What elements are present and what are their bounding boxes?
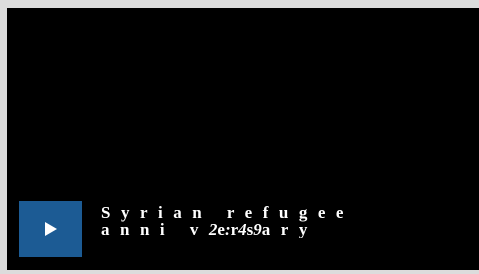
play-icon — [45, 222, 57, 236]
video-area[interactable]: Syrian refugee anni v2e:r4s9ary — [7, 8, 479, 270]
player-frame: Syrian refugee anni v2e:r4s9ary — [0, 0, 479, 274]
caption-line-1: Syrian refugee — [101, 204, 354, 222]
caption-line-2: anni v2e:r4s9ary — [101, 221, 479, 238]
caption-fragment: 4 — [238, 220, 247, 238]
video-caption: Syrian refugee anni v2e:r4s9ary — [101, 204, 479, 238]
play-button[interactable] — [19, 201, 82, 257]
caption-fragment: 9 — [253, 220, 262, 238]
caption-fragment: ary — [261, 220, 318, 238]
caption-fragment: e — [217, 220, 225, 238]
caption-fragment: anni v — [101, 220, 209, 238]
